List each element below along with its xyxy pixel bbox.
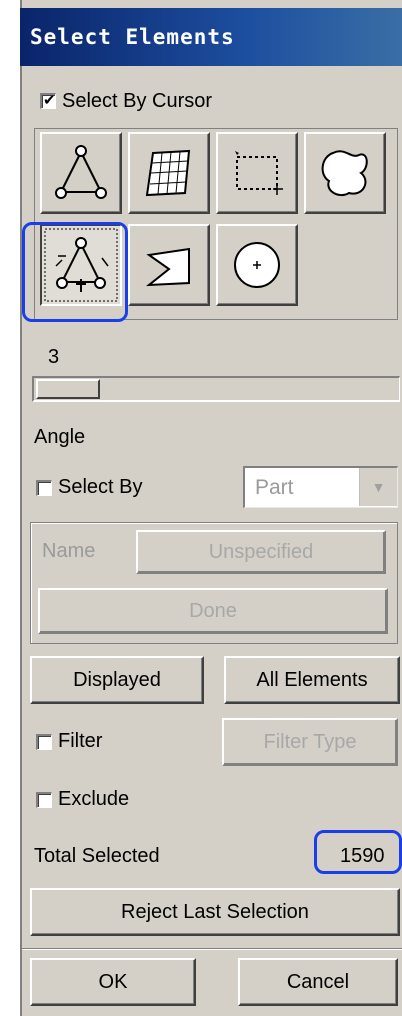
freehand-loop-icon	[321, 150, 368, 197]
select-by-cursor-checkbox[interactable]: ✔	[40, 92, 56, 109]
freehand-select-tool-button[interactable]	[304, 132, 386, 214]
window-title: Select Elements	[20, 8, 402, 66]
total-selected-label: Total Selected	[34, 845, 160, 867]
slider-track[interactable]	[32, 376, 400, 402]
select-by-checkbox[interactable]	[36, 480, 52, 496]
slider-value: 3	[48, 346, 60, 368]
checkmark-icon: ✔	[43, 92, 56, 109]
select-by-label: Select By	[58, 476, 143, 498]
displayed-button[interactable]: Displayed	[30, 656, 204, 704]
done-button[interactable]: Done	[38, 588, 388, 634]
name-label: Name	[42, 540, 96, 562]
filter-label: Filter	[58, 730, 103, 752]
select-by-dropdown-value: Part	[255, 476, 294, 499]
ok-button[interactable]: OK	[30, 958, 196, 1006]
polygon-select-tool-button[interactable]	[128, 224, 210, 306]
polygon-icon	[145, 247, 190, 287]
total-selected-highlight	[314, 830, 402, 874]
node-triangle-icon	[55, 145, 107, 199]
box-select-tool-button[interactable]	[216, 132, 298, 214]
filter-checkbox[interactable]	[36, 734, 52, 750]
chevron-down-icon[interactable]: ▼	[359, 468, 397, 506]
active-tool-highlight	[22, 222, 128, 322]
unspecified-button[interactable]: Unspecified	[136, 530, 386, 574]
filter-type-button[interactable]: Filter Type	[222, 718, 398, 766]
surface-mesh-icon	[145, 149, 191, 197]
exclude-checkbox[interactable]	[36, 792, 52, 808]
slider-thumb[interactable]	[36, 379, 100, 399]
reject-last-selection-button[interactable]: Reject Last Selection	[30, 888, 400, 936]
surface-tool-button[interactable]	[128, 132, 210, 214]
angle-label: Angle	[34, 426, 86, 448]
exclude-label: Exclude	[58, 788, 130, 810]
select-by-cursor-label: Select By Cursor	[62, 90, 213, 112]
cancel-button[interactable]: Cancel	[238, 958, 398, 1006]
select-by-dropdown[interactable]: Part ▼	[243, 466, 398, 508]
all-elements-button[interactable]: All Elements	[224, 656, 400, 704]
circle-select-tool-button[interactable]	[216, 224, 298, 306]
box-select-icon	[235, 151, 283, 195]
node-triangle-tool-button[interactable]	[40, 132, 122, 214]
circle-select-icon	[234, 242, 280, 288]
footer-divider	[22, 948, 402, 950]
